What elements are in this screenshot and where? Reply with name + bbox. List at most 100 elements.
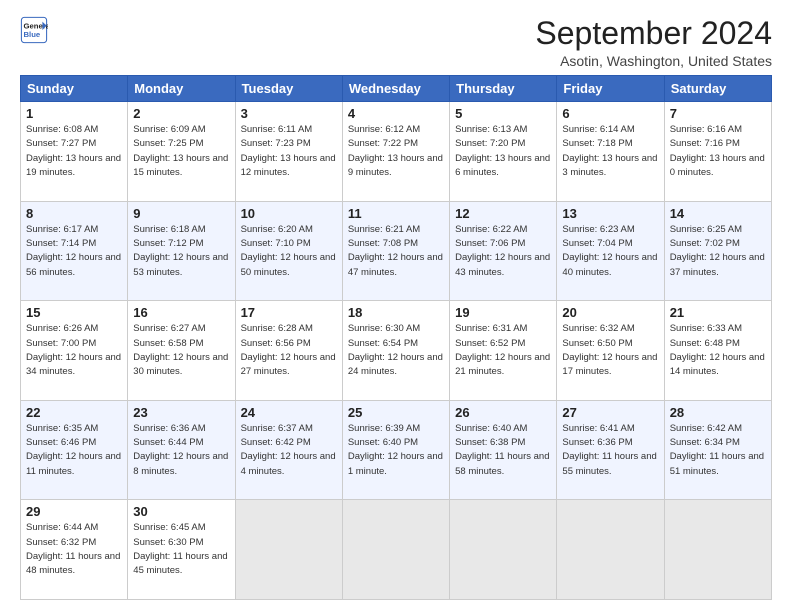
calendar-cell: 24Sunrise: 6:37 AMSunset: 6:42 PMDayligh… <box>235 400 342 500</box>
day-detail: Sunrise: 6:35 AMSunset: 6:46 PMDaylight:… <box>26 422 122 479</box>
calendar-cell: 25Sunrise: 6:39 AMSunset: 6:40 PMDayligh… <box>342 400 449 500</box>
day-number: 4 <box>348 106 444 121</box>
day-detail: Sunrise: 6:37 AMSunset: 6:42 PMDaylight:… <box>241 422 337 479</box>
sunset: Sunset: 6:32 PM <box>26 537 96 548</box>
day-number: 17 <box>241 305 337 320</box>
daylight: Daylight: 12 hours and 30 minutes. <box>133 352 228 377</box>
day-number: 10 <box>241 206 337 221</box>
day-header-sunday: Sunday <box>21 76 128 102</box>
logo: General Blue General Blue <box>20 16 48 44</box>
daylight: Daylight: 12 hours and 21 minutes. <box>455 352 550 377</box>
calendar-week-3: 15Sunrise: 6:26 AMSunset: 7:00 PMDayligh… <box>21 301 772 401</box>
sunset: Sunset: 7:20 PM <box>455 138 525 149</box>
day-detail: Sunrise: 6:28 AMSunset: 6:56 PMDaylight:… <box>241 322 337 379</box>
calendar-cell: 22Sunrise: 6:35 AMSunset: 6:46 PMDayligh… <box>21 400 128 500</box>
daylight: Daylight: 13 hours and 12 minutes. <box>241 153 336 178</box>
sunset: Sunset: 7:12 PM <box>133 238 203 249</box>
calendar-cell: 6Sunrise: 6:14 AMSunset: 7:18 PMDaylight… <box>557 102 664 202</box>
sunrise: Sunrise: 6:08 AM <box>26 124 98 135</box>
sunrise: Sunrise: 6:39 AM <box>348 423 420 434</box>
daylight: Daylight: 12 hours and 4 minutes. <box>241 451 336 476</box>
daylight: Daylight: 11 hours and 51 minutes. <box>670 451 764 476</box>
daylight: Daylight: 12 hours and 56 minutes. <box>26 252 121 277</box>
sunrise: Sunrise: 6:35 AM <box>26 423 98 434</box>
day-number: 15 <box>26 305 122 320</box>
calendar-table: SundayMondayTuesdayWednesdayThursdayFrid… <box>20 75 772 600</box>
sunrise: Sunrise: 6:27 AM <box>133 323 205 334</box>
day-detail: Sunrise: 6:16 AMSunset: 7:16 PMDaylight:… <box>670 123 766 180</box>
sunset: Sunset: 6:50 PM <box>562 338 632 349</box>
sunrise: Sunrise: 6:25 AM <box>670 224 742 235</box>
day-header-wednesday: Wednesday <box>342 76 449 102</box>
day-number: 7 <box>670 106 766 121</box>
daylight: Daylight: 12 hours and 34 minutes. <box>26 352 121 377</box>
day-header-saturday: Saturday <box>664 76 771 102</box>
day-header-row: SundayMondayTuesdayWednesdayThursdayFrid… <box>21 76 772 102</box>
sunset: Sunset: 7:06 PM <box>455 238 525 249</box>
sunset: Sunset: 6:44 PM <box>133 437 203 448</box>
page-title: September 2024 <box>535 16 772 51</box>
daylight: Daylight: 12 hours and 37 minutes. <box>670 252 765 277</box>
day-header-friday: Friday <box>557 76 664 102</box>
calendar-cell: 12Sunrise: 6:22 AMSunset: 7:06 PMDayligh… <box>450 201 557 301</box>
daylight: Daylight: 13 hours and 6 minutes. <box>455 153 550 178</box>
calendar-cell: 4Sunrise: 6:12 AMSunset: 7:22 PMDaylight… <box>342 102 449 202</box>
calendar-cell: 3Sunrise: 6:11 AMSunset: 7:23 PMDaylight… <box>235 102 342 202</box>
sunset: Sunset: 7:02 PM <box>670 238 740 249</box>
sunset: Sunset: 6:48 PM <box>670 338 740 349</box>
sunrise: Sunrise: 6:44 AM <box>26 522 98 533</box>
day-detail: Sunrise: 6:45 AMSunset: 6:30 PMDaylight:… <box>133 521 229 578</box>
day-number: 13 <box>562 206 658 221</box>
day-detail: Sunrise: 6:13 AMSunset: 7:20 PMDaylight:… <box>455 123 551 180</box>
daylight: Daylight: 11 hours and 48 minutes. <box>26 551 120 576</box>
calendar-cell: 21Sunrise: 6:33 AMSunset: 6:48 PMDayligh… <box>664 301 771 401</box>
sunset: Sunset: 6:42 PM <box>241 437 311 448</box>
sunset: Sunset: 6:52 PM <box>455 338 525 349</box>
sunset: Sunset: 6:36 PM <box>562 437 632 448</box>
day-detail: Sunrise: 6:11 AMSunset: 7:23 PMDaylight:… <box>241 123 337 180</box>
calendar-cell: 29Sunrise: 6:44 AMSunset: 6:32 PMDayligh… <box>21 500 128 600</box>
daylight: Daylight: 12 hours and 40 minutes. <box>562 252 657 277</box>
title-block: September 2024 Asotin, Washington, Unite… <box>535 16 772 69</box>
day-number: 21 <box>670 305 766 320</box>
daylight: Daylight: 12 hours and 11 minutes. <box>26 451 121 476</box>
day-detail: Sunrise: 6:21 AMSunset: 7:08 PMDaylight:… <box>348 223 444 280</box>
sunset: Sunset: 6:38 PM <box>455 437 525 448</box>
daylight: Daylight: 12 hours and 47 minutes. <box>348 252 443 277</box>
daylight: Daylight: 12 hours and 50 minutes. <box>241 252 336 277</box>
daylight: Daylight: 12 hours and 17 minutes. <box>562 352 657 377</box>
sunset: Sunset: 6:56 PM <box>241 338 311 349</box>
daylight: Daylight: 13 hours and 15 minutes. <box>133 153 228 178</box>
calendar-cell: 5Sunrise: 6:13 AMSunset: 7:20 PMDaylight… <box>450 102 557 202</box>
day-header-tuesday: Tuesday <box>235 76 342 102</box>
day-number: 12 <box>455 206 551 221</box>
day-detail: Sunrise: 6:44 AM Sunset: 6:32 PM Daylight:… <box>26 521 122 578</box>
sunset: Sunset: 7:22 PM <box>348 138 418 149</box>
sunset: Sunset: 6:40 PM <box>348 437 418 448</box>
sunset: Sunset: 6:58 PM <box>133 338 203 349</box>
day-number: 30 <box>133 504 229 519</box>
sunrise: Sunrise: 6:22 AM <box>455 224 527 235</box>
sunrise: Sunrise: 6:31 AM <box>455 323 527 334</box>
daylight: Daylight: 13 hours and 19 minutes. <box>26 153 121 178</box>
day-detail: Sunrise: 6:27 AM Sunset: 6:58 PM Daylight:… <box>133 322 229 379</box>
sunrise: Sunrise: 6:12 AM <box>348 124 420 135</box>
calendar-cell: 28Sunrise: 6:42 AMSunset: 6:34 PMDayligh… <box>664 400 771 500</box>
calendar-cell: 10Sunrise: 6:20 AMSunset: 7:10 PMDayligh… <box>235 201 342 301</box>
day-detail: Sunrise: 6:36 AMSunset: 6:44 PMDaylight:… <box>133 422 229 479</box>
sunrise: Sunrise: 6:14 AM <box>562 124 634 135</box>
sunset: Sunset: 7:16 PM <box>670 138 740 149</box>
calendar-cell: 19Sunrise: 6:31 AMSunset: 6:52 PMDayligh… <box>450 301 557 401</box>
calendar-cell: 7Sunrise: 6:16 AMSunset: 7:16 PMDaylight… <box>664 102 771 202</box>
calendar-week-1: 1Sunrise: 6:08 AMSunset: 7:27 PMDaylight… <box>21 102 772 202</box>
calendar-cell <box>235 500 342 600</box>
day-number: 28 <box>670 405 766 420</box>
day-detail: Sunrise: 6:22 AMSunset: 7:06 PMDaylight:… <box>455 223 551 280</box>
calendar-cell: 27Sunrise: 6:41 AMSunset: 6:36 PMDayligh… <box>557 400 664 500</box>
sunrise: Sunrise: 6:42 AM <box>670 423 742 434</box>
sunset: Sunset: 7:25 PM <box>133 138 203 149</box>
calendar-cell: 18Sunrise: 6:30 AMSunset: 6:54 PMDayligh… <box>342 301 449 401</box>
sunrise: Sunrise: 6:16 AM <box>670 124 742 135</box>
logo-icon: General Blue <box>20 16 48 44</box>
day-detail: Sunrise: 6:30 AMSunset: 6:54 PMDaylight:… <box>348 322 444 379</box>
